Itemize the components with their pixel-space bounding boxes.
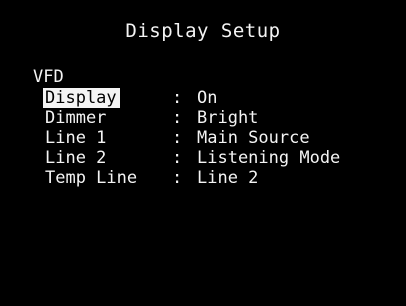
menu-item-value: Bright [197,108,259,128]
menu-item-dimmer[interactable]: Dimmer : Bright [0,108,406,128]
menu-item-value: Main Source [197,128,310,148]
menu-item-label: Display [43,88,120,108]
osd-screen: Display Setup VFD Display : On Dimmer : … [0,0,406,306]
menu-item-label: Temp Line [45,168,138,188]
separator-colon: : [172,128,183,148]
menu-item-label: Line 2 [45,148,107,168]
menu-item-value: On [197,88,218,108]
menu-item-line-1[interactable]: Line 1 : Main Source [0,128,406,148]
separator-colon: : [172,148,183,168]
menu-item-label: Line 1 [45,128,107,148]
separator-colon: : [172,108,183,128]
menu-item-line-2[interactable]: Line 2 : Listening Mode [0,148,406,168]
menu-item-value: Line 2 [197,168,259,188]
section-label-vfd: VFD [33,67,64,87]
menu-item-display[interactable]: Display : On [0,88,406,108]
separator-colon: : [172,88,183,108]
menu-item-label: Dimmer [45,108,107,128]
separator-colon: : [172,168,183,188]
menu-item-temp-line[interactable]: Temp Line : Line 2 [0,168,406,188]
menu-item-value: Listening Mode [197,148,341,168]
page-title: Display Setup [125,20,281,42]
